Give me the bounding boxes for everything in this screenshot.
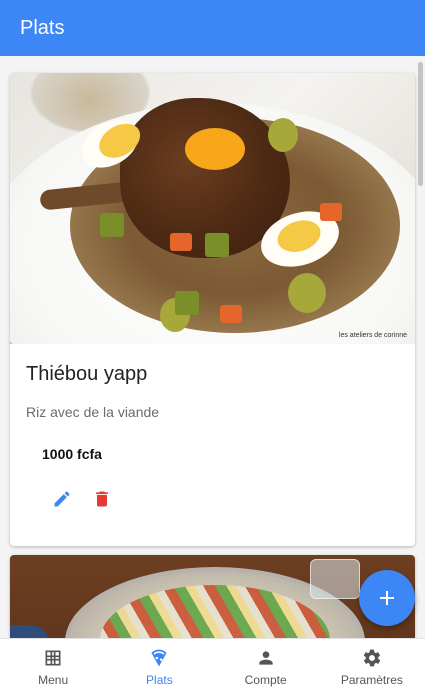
dish-name: Thiébou yapp (26, 363, 148, 385)
nav-label-menu: Menu (38, 673, 69, 687)
bottom-navigation: Menu Plats Compte Paramètres (0, 638, 425, 694)
scrollbar[interactable] (418, 62, 423, 186)
delete-button[interactable] (90, 487, 114, 511)
plus-icon (380, 591, 394, 605)
nav-item-plats[interactable]: Plats (106, 639, 212, 694)
dish-list[interactable]: les ateliers de corinne Thiébou yapp Riz… (0, 56, 425, 638)
person-icon (258, 651, 273, 665)
dish-price: 1000 fcfa (42, 446, 102, 462)
nav-label-compte: Compte (244, 673, 287, 687)
add-dish-button[interactable] (359, 570, 415, 626)
app-bar: Plats (0, 0, 425, 56)
nav-item-compte[interactable]: Compte (213, 639, 319, 694)
page-title: Plats (20, 16, 65, 39)
nav-label-plats: Plats (146, 673, 173, 687)
trash-icon (96, 491, 108, 507)
dish-description: Riz avec de la viande (26, 404, 160, 420)
photo-watermark: les ateliers de corinne (338, 332, 407, 339)
nav-item-parametres[interactable]: Paramètres (319, 639, 425, 694)
dish-card[interactable]: les ateliers de corinne Thiébou yapp Riz… (10, 73, 415, 546)
grid-icon (45, 650, 61, 666)
gear-icon (363, 649, 381, 667)
dish-photo (10, 555, 415, 638)
pencil-icon (54, 491, 70, 507)
pizza-icon (151, 649, 167, 667)
dish-photo: les ateliers de corinne (10, 73, 415, 344)
edit-button[interactable] (50, 487, 74, 511)
dish-card[interactable] (10, 555, 415, 638)
nav-label-parametres: Paramètres (340, 673, 403, 687)
nav-item-menu[interactable]: Menu (0, 639, 106, 694)
